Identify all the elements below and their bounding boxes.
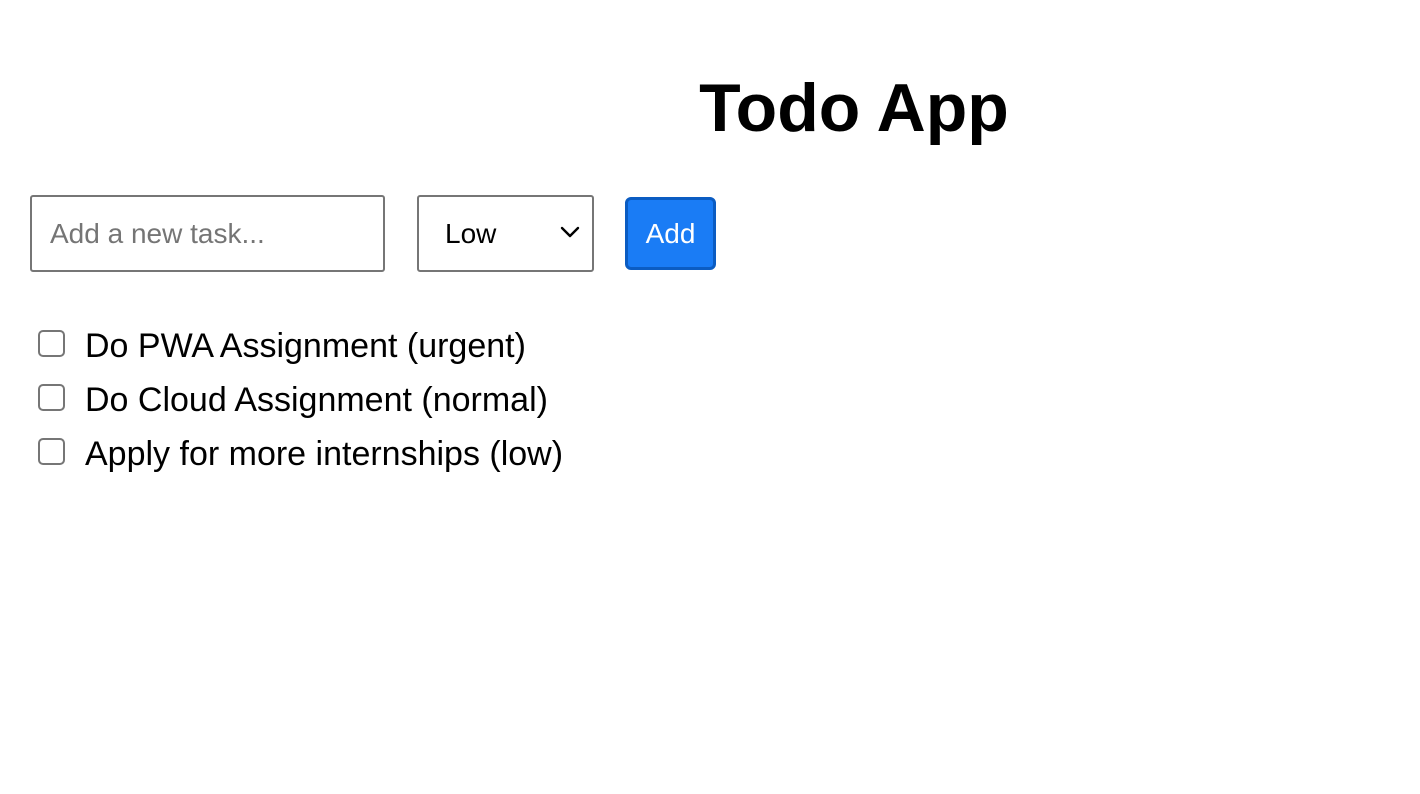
todo-item: Do Cloud Assignment (normal): [38, 373, 563, 427]
todo-checkbox[interactable]: [38, 383, 65, 411]
todo-item: Apply for more internships (low): [38, 427, 563, 481]
priority-selected-value: Low: [445, 217, 497, 249]
todo-item: Do PWA Assignment (urgent): [38, 319, 563, 373]
add-button[interactable]: Add: [625, 197, 716, 270]
todo-list: Do PWA Assignment (urgent) Do Cloud Assi…: [38, 319, 563, 481]
todo-text: Apply for more internships (low): [85, 435, 564, 473]
task-input[interactable]: [30, 195, 385, 272]
todo-checkbox[interactable]: [38, 329, 65, 357]
todo-text: Do PWA Assignment (urgent): [85, 327, 526, 365]
todo-text: Do Cloud Assignment (normal): [85, 381, 548, 419]
add-task-form: Low Add: [30, 195, 716, 272]
todo-checkbox[interactable]: [38, 437, 65, 465]
page-title: Todo App: [699, 70, 1009, 146]
priority-select[interactable]: Low: [417, 195, 594, 272]
chevron-down-icon: [560, 226, 580, 238]
todo-app-page: Todo App Low Add Do PWA Assignment (urge…: [0, 0, 1420, 794]
